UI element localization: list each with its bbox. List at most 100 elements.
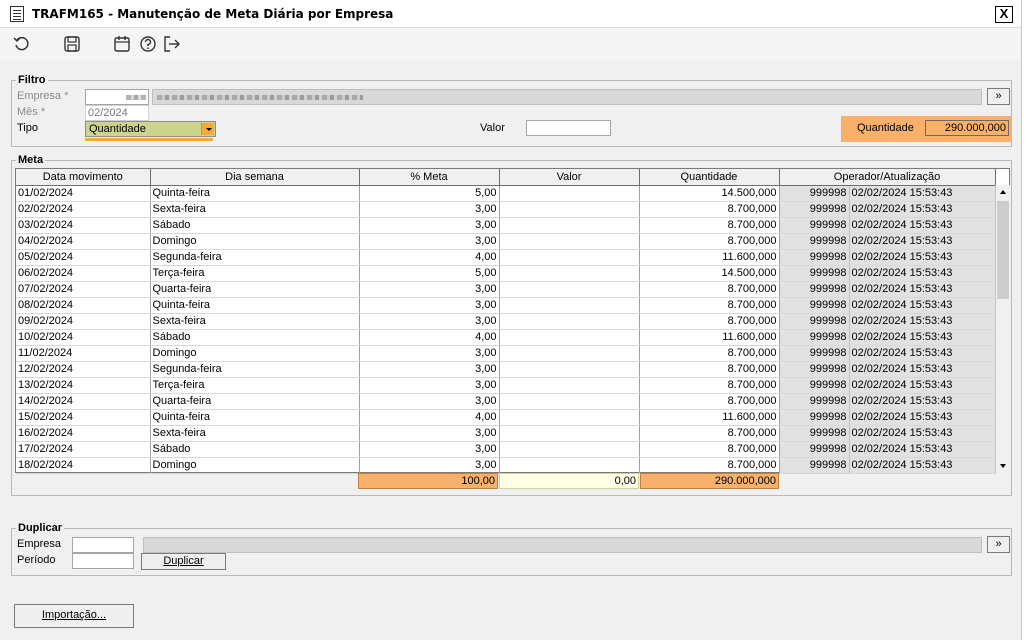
calendar-icon[interactable] <box>112 34 132 54</box>
cell-pct[interactable]: 3,00 <box>359 201 500 218</box>
scroll-thumb[interactable] <box>997 201 1009 299</box>
save-icon[interactable] <box>62 34 82 54</box>
table-row[interactable]: 13/02/2024 Terça-feira 3,00 8.700,000 999998… <box>16 377 996 394</box>
col-header-dia[interactable]: Dia semana <box>150 169 360 186</box>
cell-dia[interactable]: Terça-feira <box>150 265 360 282</box>
cell-valor[interactable] <box>499 217 640 234</box>
col-header-qtd[interactable]: Quantidade <box>639 169 780 186</box>
col-header-data[interactable]: Data movimento <box>16 169 151 186</box>
cell-valor[interactable] <box>499 345 640 362</box>
table-row[interactable]: 14/02/2024 Quarta-feira 3,00 8.700,000 99999… <box>16 393 996 410</box>
cell-qtd[interactable]: 14.500,000 <box>639 185 780 202</box>
cell-qtd[interactable]: 8.700,000 <box>639 217 780 234</box>
table-row[interactable]: 10/02/2024 Sábado 4,00 11.600,000 999998 02/0… <box>16 329 996 346</box>
cell-data[interactable]: 03/02/2024 <box>16 217 151 234</box>
cell-data[interactable]: 06/02/2024 <box>16 265 151 282</box>
table-row[interactable]: 08/02/2024 Quinta-feira 3,00 8.700,000 99999… <box>16 297 996 314</box>
dup-empresa-lookup-button[interactable]: » <box>987 536 1010 553</box>
table-row[interactable]: 15/02/2024 Quinta-feira 4,00 11.600,000 9999… <box>16 409 996 426</box>
col-header-operador[interactable]: Operador/Atualização <box>779 169 996 186</box>
cell-data[interactable]: 04/02/2024 <box>16 233 151 250</box>
meta-grid[interactable]: Data movimento Dia semana % Meta Valor Q… <box>15 168 1010 474</box>
tipo-select[interactable]: Quantidade <box>85 121 216 137</box>
cell-pct[interactable]: 3,00 <box>359 441 500 458</box>
cell-data[interactable]: 11/02/2024 <box>16 345 151 362</box>
cell-qtd[interactable]: 8.700,000 <box>639 233 780 250</box>
cell-data[interactable]: 02/02/2024 <box>16 201 151 218</box>
cell-pct[interactable]: 3,00 <box>359 313 500 330</box>
chevron-down-icon[interactable] <box>201 123 214 135</box>
cell-dia[interactable]: Sexta-feira <box>150 313 360 330</box>
cell-pct[interactable]: 4,00 <box>359 409 500 426</box>
meta-scrollbar[interactable] <box>995 185 1010 473</box>
cell-valor[interactable] <box>499 409 640 426</box>
cell-dia[interactable]: Sexta-feira <box>150 201 360 218</box>
cell-dia[interactable]: Quinta-feira <box>150 185 360 202</box>
cell-dia[interactable]: Sábado <box>150 441 360 458</box>
cell-data[interactable]: 10/02/2024 <box>16 329 151 346</box>
cell-data[interactable]: 15/02/2024 <box>16 409 151 426</box>
cell-dia[interactable]: Sábado <box>150 329 360 346</box>
table-row[interactable]: 18/02/2024 Domingo 3,00 8.700,000 999998 02/0… <box>16 457 996 474</box>
cell-qtd[interactable]: 8.700,000 <box>639 345 780 362</box>
cell-pct[interactable]: 5,00 <box>359 265 500 282</box>
cell-valor[interactable] <box>499 313 640 330</box>
cell-valor[interactable] <box>499 393 640 410</box>
cell-data[interactable]: 07/02/2024 <box>16 281 151 298</box>
table-row[interactable]: 05/02/2024 Segunda-feira 4,00 11.600,000 999… <box>16 249 996 266</box>
cell-dia[interactable]: Domingo <box>150 233 360 250</box>
cell-data[interactable]: 01/02/2024 <box>16 185 151 202</box>
cell-pct[interactable]: 3,00 <box>359 457 500 474</box>
cell-dia[interactable]: Segunda-feira <box>150 361 360 378</box>
cell-data[interactable]: 08/02/2024 <box>16 297 151 314</box>
cell-valor[interactable] <box>499 377 640 394</box>
cell-data[interactable]: 17/02/2024 <box>16 441 151 458</box>
cell-qtd[interactable]: 8.700,000 <box>639 393 780 410</box>
cell-pct[interactable]: 3,00 <box>359 297 500 314</box>
cell-valor[interactable] <box>499 185 640 202</box>
cell-qtd[interactable]: 8.700,000 <box>639 297 780 314</box>
cell-dia[interactable]: Terça-feira <box>150 377 360 394</box>
cell-qtd[interactable]: 14.500,000 <box>639 265 780 282</box>
cell-qtd[interactable]: 8.700,000 <box>639 425 780 442</box>
table-row[interactable]: 11/02/2024 Domingo 3,00 8.700,000 999998 02/0… <box>16 345 996 362</box>
valor-input[interactable] <box>526 120 611 136</box>
table-row[interactable]: 06/02/2024 Terça-feira 5,00 14.500,000 99999… <box>16 265 996 282</box>
cell-data[interactable]: 13/02/2024 <box>16 377 151 394</box>
cell-valor[interactable] <box>499 233 640 250</box>
cell-valor[interactable] <box>499 457 640 474</box>
cell-dia[interactable]: Quinta-feira <box>150 409 360 426</box>
cell-qtd[interactable]: 8.700,000 <box>639 441 780 458</box>
cell-qtd[interactable]: 8.700,000 <box>639 313 780 330</box>
cell-pct[interactable]: 3,00 <box>359 345 500 362</box>
cell-data[interactable]: 12/02/2024 <box>16 361 151 378</box>
cell-qtd[interactable]: 8.700,000 <box>639 281 780 298</box>
cell-pct[interactable]: 5,00 <box>359 185 500 202</box>
cell-qtd[interactable]: 8.700,000 <box>639 361 780 378</box>
cell-dia[interactable]: Quinta-feira <box>150 297 360 314</box>
cell-dia[interactable]: Quarta-feira <box>150 393 360 410</box>
table-row[interactable]: 17/02/2024 Sábado 3,00 8.700,000 999998 02/02… <box>16 441 996 458</box>
cell-pct[interactable]: 3,00 <box>359 377 500 394</box>
cell-valor[interactable] <box>499 361 640 378</box>
cell-valor[interactable] <box>499 249 640 266</box>
dup-periodo-input[interactable] <box>72 553 134 569</box>
scroll-down-icon[interactable] <box>996 459 1010 473</box>
cell-data[interactable]: 16/02/2024 <box>16 425 151 442</box>
col-header-valor[interactable]: Valor <box>499 169 640 186</box>
cell-valor[interactable] <box>499 297 640 314</box>
cell-qtd[interactable]: 8.700,000 <box>639 377 780 394</box>
cell-valor[interactable] <box>499 441 640 458</box>
dup-empresa-input[interactable] <box>72 537 134 553</box>
cell-dia[interactable]: Sábado <box>150 217 360 234</box>
cell-data[interactable]: 09/02/2024 <box>16 313 151 330</box>
table-row[interactable]: 12/02/2024 Segunda-feira 3,00 8.700,000 9999… <box>16 361 996 378</box>
cell-valor[interactable] <box>499 265 640 282</box>
cell-pct[interactable]: 3,00 <box>359 233 500 250</box>
cell-qtd[interactable]: 8.700,000 <box>639 201 780 218</box>
cell-valor[interactable] <box>499 281 640 298</box>
cell-qtd[interactable]: 11.600,000 <box>639 249 780 266</box>
cell-pct[interactable]: 4,00 <box>359 329 500 346</box>
table-row[interactable]: 02/02/2024 Sexta-feira 3,00 8.700,000 999998… <box>16 201 996 218</box>
col-header-pct[interactable]: % Meta <box>359 169 500 186</box>
